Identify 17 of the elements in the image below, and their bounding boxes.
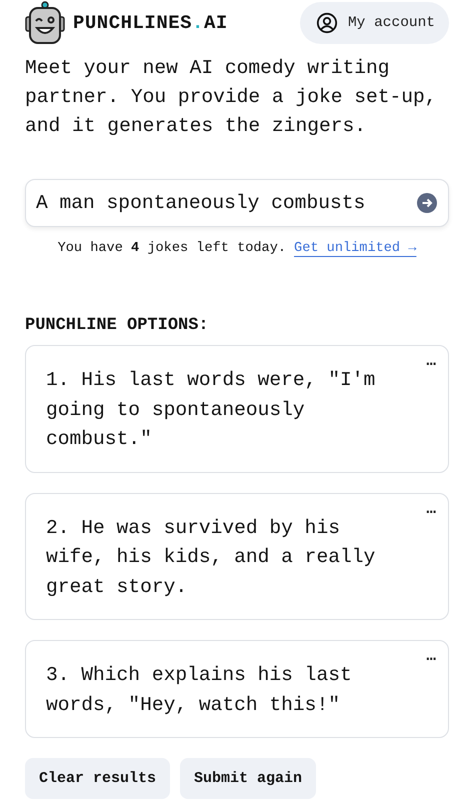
action-button[interactable]: Clear results (25, 758, 170, 799)
action-button[interactable]: Submit again (180, 758, 316, 799)
punchline-text: 2. He was survived by his wife, his kids, and a really great story. (46, 516, 376, 600)
punchline-text: 1. His last words were, "I'm going to spontaneously combust." (46, 368, 376, 452)
robot-logo-icon (25, 1, 65, 45)
account-button[interactable]: My account (300, 2, 449, 44)
more-menu-button[interactable]: … (424, 350, 438, 372)
get-unlimited-link[interactable]: Get unlimited → (294, 241, 416, 256)
prompt-field[interactable]: A man spontaneously combusts (25, 179, 449, 227)
more-menu-button[interactable]: … (424, 498, 438, 520)
intro-text: Meet your new AI comedy writing partner. You provide a joke set-up, and it generates the zingers. (25, 56, 438, 139)
user-icon (316, 12, 338, 34)
more-menu-button[interactable]: … (424, 645, 438, 667)
brand-name: PUNCHLINES.AI (73, 12, 228, 34)
section-title: PUNCHLINE OPTIONS: (25, 316, 210, 335)
quota-text: You have 4 jokes left today. (58, 241, 286, 256)
punchline-text: 3. Which explains his last words, "Hey, watch this!" (46, 663, 353, 718)
